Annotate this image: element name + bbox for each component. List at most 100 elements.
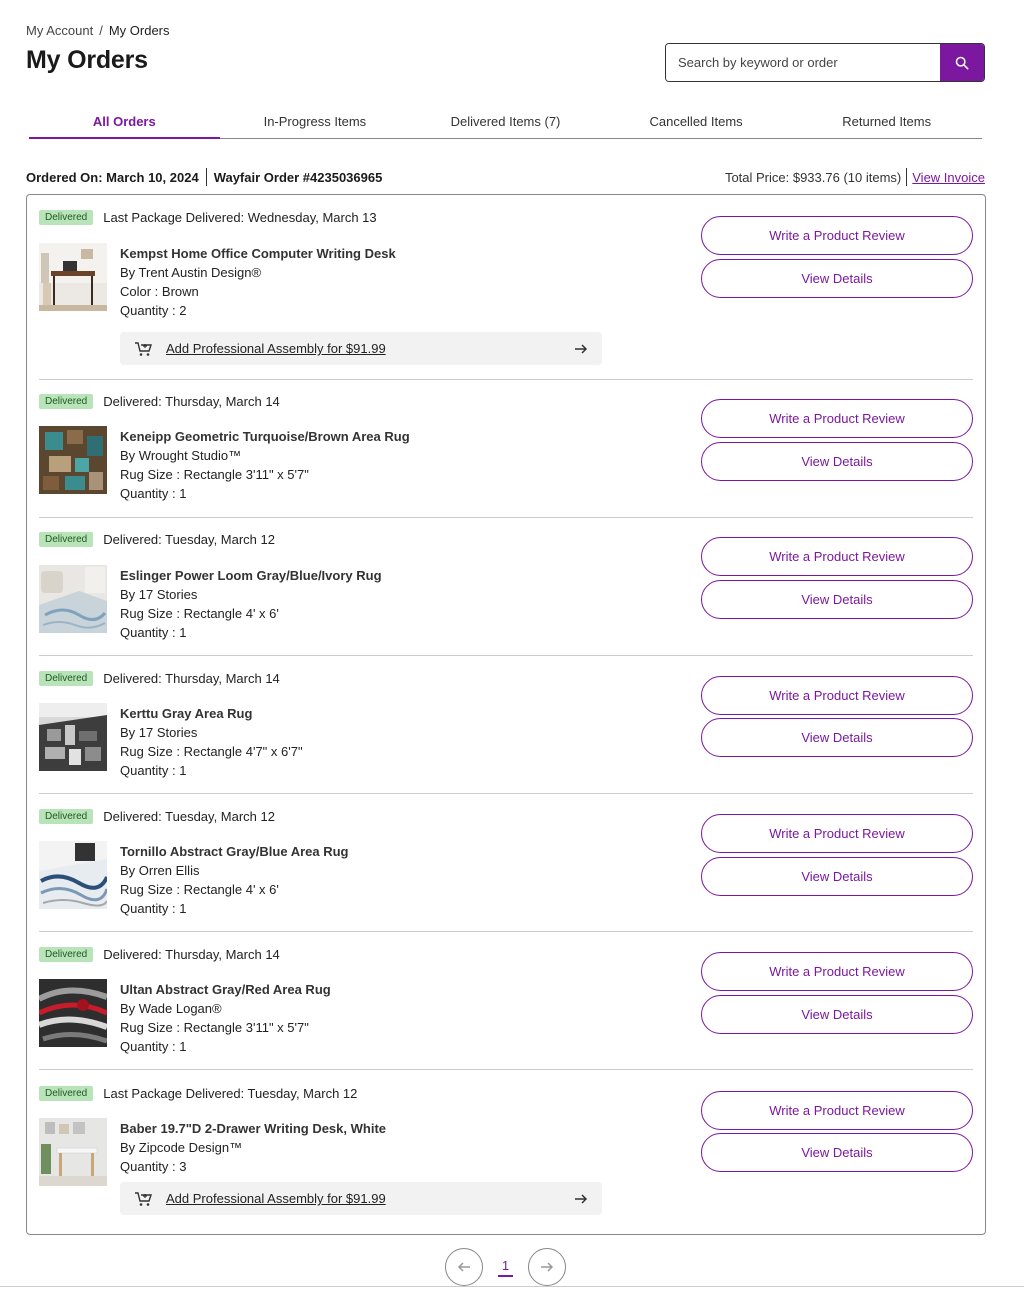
product-attribute: Rug Size : Rectangle 4' x 6': [120, 606, 279, 621]
view-invoice-link[interactable]: View Invoice: [912, 170, 985, 185]
write-review-button[interactable]: Write a Product Review: [701, 399, 973, 438]
product-brand: By Wade Logan®: [120, 1001, 222, 1016]
tab-delivered[interactable]: Delivered Items (7): [410, 103, 601, 138]
product-image[interactable]: [39, 703, 107, 771]
order-item: Delivered Last Package Delivered: Tuesday…: [39, 1086, 973, 1226]
write-review-button[interactable]: Write a Product Review: [701, 676, 973, 715]
order-item: Delivered Delivered: Tuesday, March 12 To…: [39, 809, 973, 929]
order-tabs: All Orders In-Progress Items Delivered I…: [29, 103, 982, 139]
status-badge: Delivered: [39, 532, 94, 547]
breadcrumb: My Account / My Orders: [26, 23, 170, 38]
tab-in-progress[interactable]: In-Progress Items: [220, 103, 411, 138]
product-quantity: Quantity : 1: [120, 1039, 187, 1054]
tab-cancelled[interactable]: Cancelled Items: [601, 103, 792, 138]
order-item: Delivered Delivered: Thursday, March 14 U…: [39, 947, 973, 1067]
status-badge: Delivered: [39, 947, 94, 962]
delivery-status: Delivered: Thursday, March 14: [103, 394, 280, 409]
product-image[interactable]: [39, 243, 107, 311]
cart-icon: [135, 1191, 152, 1206]
view-details-button[interactable]: View Details: [701, 718, 973, 757]
delivery-status: Delivered: Tuesday, March 12: [103, 809, 275, 824]
product-quantity: Quantity : 1: [120, 625, 187, 640]
write-review-button[interactable]: Write a Product Review: [701, 1091, 973, 1130]
breadcrumb-separator: /: [99, 23, 103, 38]
search-icon: [955, 56, 969, 69]
product-image[interactable]: [39, 1118, 107, 1186]
status-badge: Delivered: [39, 210, 94, 225]
product-attribute: Rug Size : Rectangle 3'11" x 5'7": [120, 1020, 309, 1035]
order-number: Wayfair Order #4235036965: [213, 169, 383, 185]
item-divider: [39, 793, 973, 794]
assembly-label: Add Professional Assembly for $91.99: [166, 341, 386, 356]
product-brand: By Zipcode Design™: [120, 1140, 243, 1155]
product-image[interactable]: [39, 565, 107, 633]
product-brand: By 17 Stories: [120, 587, 198, 602]
tab-returned[interactable]: Returned Items: [791, 103, 982, 138]
product-name[interactable]: Kerttu Gray Area Rug: [120, 704, 303, 723]
status-badge: Delivered: [39, 671, 94, 686]
product-name[interactable]: Keneipp Geometric Turquoise/Brown Area R…: [120, 427, 410, 446]
view-details-button[interactable]: View Details: [701, 442, 973, 481]
view-details-button[interactable]: View Details: [701, 580, 973, 619]
product-quantity: Quantity : 1: [120, 486, 187, 501]
tab-all-orders[interactable]: All Orders: [29, 103, 220, 139]
product-name[interactable]: Eslinger Power Loom Gray/Blue/Ivory Rug: [120, 566, 382, 585]
view-details-button[interactable]: View Details: [701, 995, 973, 1034]
page-number-current[interactable]: 1: [483, 1258, 528, 1277]
delivery-status: Delivered: Thursday, March 14: [103, 947, 280, 962]
product-image[interactable]: [39, 979, 107, 1047]
delivery-status: Last Package Delivered: Wednesday, March…: [103, 210, 377, 225]
view-details-button[interactable]: View Details: [701, 857, 973, 896]
product-quantity: Quantity : 3: [120, 1159, 187, 1174]
write-review-button[interactable]: Write a Product Review: [701, 952, 973, 991]
footer-divider: [0, 1286, 1024, 1287]
write-review-button[interactable]: Write a Product Review: [701, 537, 973, 576]
search-input[interactable]: [666, 44, 940, 81]
product-brand: By Orren Ellis: [120, 863, 200, 878]
cart-icon: [135, 341, 152, 356]
search-bar: [665, 43, 985, 82]
status-badge: Delivered: [39, 809, 94, 824]
search-button[interactable]: [940, 44, 984, 81]
arrow-right-icon: [575, 343, 588, 354]
breadcrumb-my-account[interactable]: My Account: [26, 23, 93, 38]
assembly-label: Add Professional Assembly for $91.99: [166, 1191, 386, 1206]
status-badge: Delivered: [39, 1086, 94, 1101]
ordered-on-date: Ordered On: March 10, 2024: [26, 169, 199, 185]
product-name[interactable]: Tornillo Abstract Gray/Blue Area Rug: [120, 842, 349, 861]
product-attribute: Color : Brown: [120, 284, 199, 299]
delivery-status: Delivered: Tuesday, March 12: [103, 532, 275, 547]
breadcrumb-current: My Orders: [108, 23, 170, 38]
arrow-left-icon: [457, 1262, 470, 1272]
product-attribute: Rug Size : Rectangle 4' x 6': [120, 882, 279, 897]
write-review-button[interactable]: Write a Product Review: [701, 216, 973, 255]
product-image[interactable]: [39, 841, 107, 909]
product-name[interactable]: Kempst Home Office Computer Writing Desk: [120, 244, 396, 263]
add-assembly-button[interactable]: Add Professional Assembly for $91.99: [120, 1182, 602, 1215]
product-name[interactable]: Baber 19.7"D 2-Drawer Writing Desk, Whit…: [120, 1119, 386, 1138]
product-quantity: Quantity : 1: [120, 901, 187, 916]
order-item: Delivered Delivered: Thursday, March 14 K…: [39, 671, 973, 791]
product-image[interactable]: [39, 426, 107, 494]
product-quantity: Quantity : 2: [120, 303, 187, 318]
item-divider: [39, 931, 973, 932]
order-item: Delivered Delivered: Thursday, March 14 K…: [39, 394, 973, 514]
product-name[interactable]: Ultan Abstract Gray/Red Area Rug: [120, 980, 331, 999]
arrow-right-icon: [541, 1262, 554, 1272]
divider: [906, 168, 908, 186]
prev-page-button[interactable]: [445, 1248, 483, 1286]
write-review-button[interactable]: Write a Product Review: [701, 814, 973, 853]
page-title: My Orders: [26, 46, 148, 74]
add-assembly-button[interactable]: Add Professional Assembly for $91.99: [120, 332, 602, 365]
product-attribute: Rug Size : Rectangle 4'7" x 6'7": [120, 744, 303, 759]
item-divider: [39, 379, 973, 380]
order-item: Delivered Delivered: Tuesday, March 12 Es…: [39, 532, 973, 652]
order-card: Delivered Last Package Delivered: Wednesd…: [26, 194, 986, 1235]
view-details-button[interactable]: View Details: [701, 1133, 973, 1172]
product-brand: By Trent Austin Design®: [120, 265, 262, 280]
view-details-button[interactable]: View Details: [701, 259, 973, 298]
next-page-button[interactable]: [528, 1248, 566, 1286]
product-quantity: Quantity : 1: [120, 763, 187, 778]
delivery-status: Last Package Delivered: Tuesday, March 1…: [103, 1086, 358, 1101]
product-brand: By Wrought Studio™: [120, 448, 242, 463]
